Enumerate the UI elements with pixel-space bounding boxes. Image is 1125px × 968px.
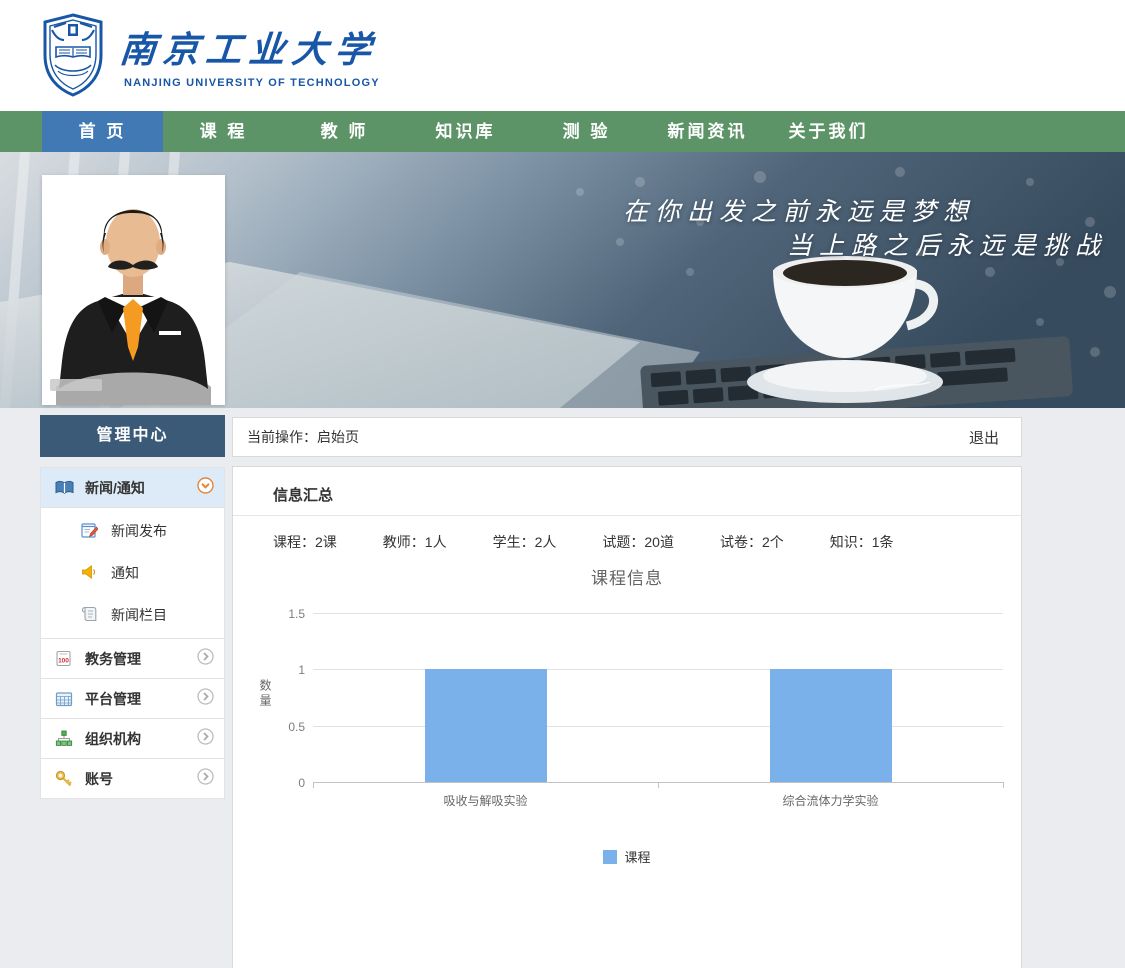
grid-calendar-icon <box>55 690 75 708</box>
x-category-label: 综合流体力学实验 <box>658 792 1003 809</box>
bar-slot <box>658 613 1003 782</box>
bar-course-1 <box>425 669 547 782</box>
sidebar-item-label: 账号 <box>85 769 197 789</box>
university-name-cn: 南京工业大学 <box>118 21 382 73</box>
sidebar-item-label: 平台管理 <box>85 689 197 709</box>
nav-item-home[interactable]: 首 页 <box>42 111 163 152</box>
sidebar-subitem-label: 新闻栏目 <box>111 605 167 625</box>
stat-knowledge: 知识：1条 <box>830 532 894 552</box>
key-icon <box>55 770 75 788</box>
chart-title: 课程信息 <box>233 564 1021 589</box>
university-name-en: NANJING UNIVERSITY OF TECHNOLOGY <box>124 77 380 89</box>
sidebar-item-academic-mgmt[interactable]: 100 教务管理 <box>41 639 224 679</box>
legend-label: 课程 <box>624 850 650 865</box>
sidebar-subitem-news-column[interactable]: 新闻栏目 <box>41 594 224 636</box>
open-book-icon <box>55 479 75 497</box>
sidebar-subitem-notice[interactable]: 通知 <box>41 552 224 594</box>
user-avatar <box>42 175 225 405</box>
chart-legend[interactable]: 课程 <box>233 847 1021 867</box>
sidebar-item-label: 组织机构 <box>85 729 197 749</box>
course-info-chart: 课程信息 数量 1.5 1 0.5 0 吸收与解吸实验 综合流体力学实验 <box>233 564 1021 867</box>
sidebar: 管理中心 新闻/通知 <box>40 415 225 799</box>
y-axis-label: 数量 <box>257 679 274 709</box>
sidebar-item-account[interactable]: 账号 <box>41 759 224 799</box>
nav-item-courses[interactable]: 课 程 <box>163 111 284 152</box>
sidebar-subitem-news-publish[interactable]: 新闻发布 <box>41 510 224 552</box>
site-header: 南京工业大学 NANJING UNIVERSITY OF TECHNOLOGY <box>0 0 1125 111</box>
y-tick-label: 1 <box>277 663 305 677</box>
nav-item-knowledge-base[interactable]: 知识库 <box>405 111 526 152</box>
x-category-label: 吸收与解吸实验 <box>313 792 658 809</box>
current-operation-text: 当前操作：启始页 <box>233 427 969 447</box>
stat-courses: 课程：2课 <box>273 532 337 552</box>
stat-students: 学生：2人 <box>493 532 557 552</box>
sidebar-subitem-label: 通知 <box>111 563 139 583</box>
x-tick <box>313 782 314 788</box>
x-axis-labels: 吸收与解吸实验 综合流体力学实验 <box>313 792 1003 809</box>
stat-teachers: 教师：1人 <box>383 532 447 552</box>
nav-item-tests[interactable]: 测 验 <box>526 111 647 152</box>
nav-item-news[interactable]: 新闻资讯 <box>647 111 768 152</box>
banner-slogan-line2: 当上路之后永远是挑战 <box>787 226 1107 262</box>
chart-plot-area: 数量 1.5 1 0.5 0 吸收与解吸实验 综合流体力学实验 <box>233 613 1021 867</box>
bar-course-2 <box>770 669 892 782</box>
y-tick-label: 1.5 <box>277 607 305 621</box>
y-tick-label: 0 <box>277 776 305 790</box>
sidebar-submenu: 新闻发布 通知 <box>41 508 224 639</box>
panel-title: 信息汇总 <box>233 467 1021 516</box>
horn-icon <box>81 564 99 582</box>
svg-text:100: 100 <box>58 658 69 665</box>
banner-slogan-line1: 在你出发之前永远是梦想 <box>623 192 975 228</box>
sidebar-title: 管理中心 <box>40 415 225 457</box>
businessman-avatar-illustration <box>42 175 225 405</box>
nav-item-teachers[interactable]: 教 师 <box>284 111 405 152</box>
operation-bar: 当前操作：启始页 退出 <box>232 417 1022 457</box>
legend-swatch <box>603 850 617 864</box>
bar-slot <box>313 613 658 782</box>
chevron-right-circle-icon[interactable] <box>197 688 214 710</box>
stats-row: 课程：2课 教师：1人 学生：2人 试题：20道 试卷：2个 知识：1条 <box>233 516 1021 552</box>
chevron-right-circle-icon[interactable] <box>197 768 214 790</box>
sidebar-item-platform-mgmt[interactable]: 平台管理 <box>41 679 224 719</box>
chevron-right-circle-icon[interactable] <box>197 648 214 670</box>
sidebar-item-organization[interactable]: 组织机构 <box>41 719 224 759</box>
x-tick <box>658 782 659 788</box>
sidebar-item-news-notice[interactable]: 新闻/通知 <box>41 468 224 508</box>
logout-button[interactable]: 退出 <box>969 427 1021 448</box>
chevron-down-circle-icon[interactable] <box>197 477 214 499</box>
nav-item-about-us[interactable]: 关于我们 <box>768 111 889 152</box>
x-tick <box>1003 782 1004 788</box>
stat-questions: 试题：20道 <box>602 532 674 552</box>
sidebar-subitem-label: 新闻发布 <box>111 521 167 541</box>
sidebar-item-label: 新闻/通知 <box>85 478 197 498</box>
chevron-right-circle-icon[interactable] <box>197 728 214 750</box>
plot-grid: 1.5 1 0.5 0 <box>313 613 1003 782</box>
sidebar-menu: 新闻/通知 <box>40 467 225 799</box>
scroll-icon <box>81 606 99 624</box>
info-summary-panel: 信息汇总 课程：2课 教师：1人 学生：2人 试题：20道 试卷：2个 知识：1… <box>232 466 1022 968</box>
page-root: 南京工业大学 NANJING UNIVERSITY OF TECHNOLOGY … <box>0 0 1125 968</box>
org-chart-icon <box>55 730 75 748</box>
university-logo: 南京工业大学 NANJING UNIVERSITY OF TECHNOLOGY <box>42 13 380 97</box>
news-edit-icon <box>81 522 99 540</box>
main-nav: 首 页 课 程 教 师 知识库 测 验 新闻资讯 关于我们 <box>0 111 1125 152</box>
sidebar-item-label: 教务管理 <box>85 649 197 669</box>
watermark-badge <box>50 379 102 391</box>
y-tick-label: 0.5 <box>277 720 305 734</box>
stat-papers: 试卷：2个 <box>720 532 784 552</box>
university-crest-icon <box>42 13 104 97</box>
score-sheet-icon: 100 <box>55 650 75 668</box>
